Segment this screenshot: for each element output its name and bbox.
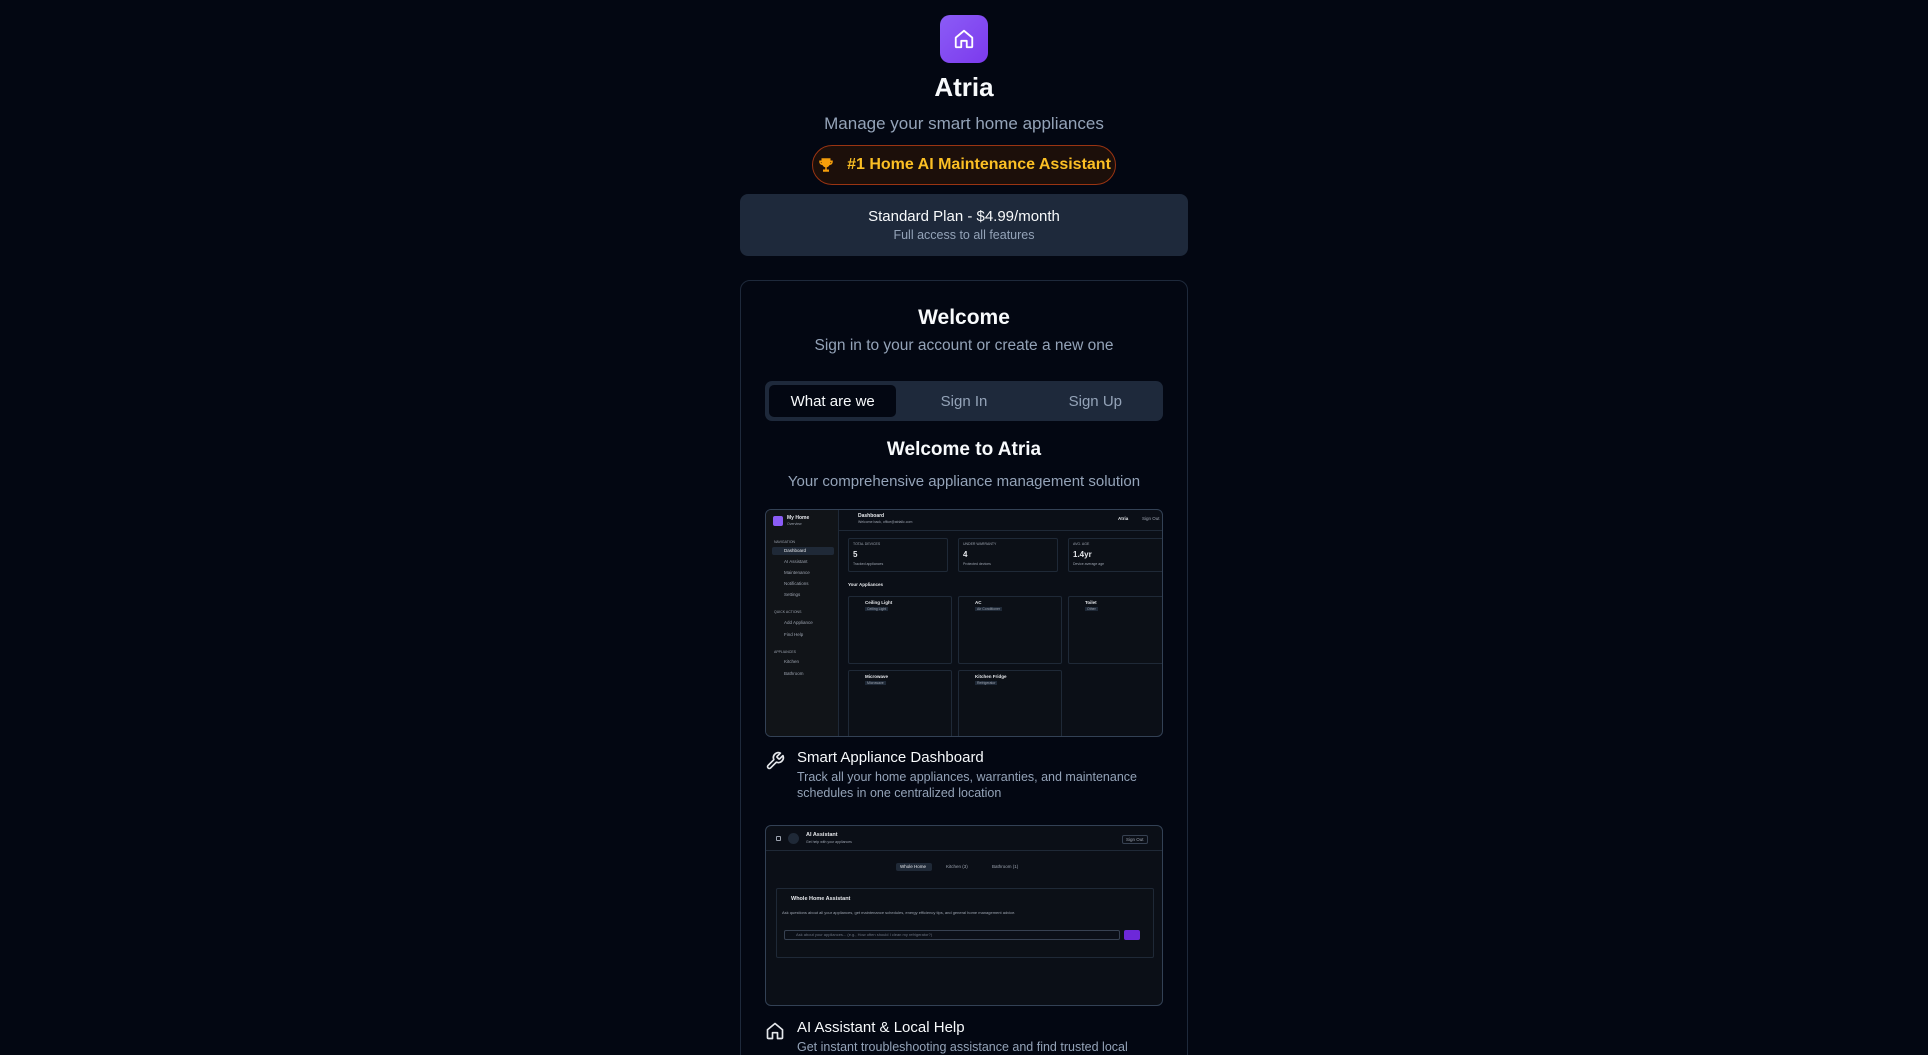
preview-tab: Kitchen (3) — [946, 864, 968, 869]
preview-appliance-card — [848, 670, 952, 736]
plan-title: Standard Plan - $4.99/month — [868, 208, 1060, 225]
preview-nav-item: Maintenance — [784, 570, 810, 575]
preview-quick-item: Find Help — [784, 632, 804, 637]
preview-stat-value: 4 — [963, 550, 968, 559]
preview-section-title: Your Appliances — [848, 582, 884, 587]
preview-quick-heading: QUICK ACTIONS — [774, 610, 802, 614]
preview-appliance-card — [958, 596, 1062, 664]
preview-stat-sub: Protected devices — [963, 562, 991, 566]
preview-assistant-sub: Get help with your appliances — [806, 840, 852, 844]
preview-room: Bathroom — [784, 671, 804, 676]
app-subtitle: Manage your smart home appliances — [824, 114, 1104, 133]
preview-stat-sub: Tracked appliances — [853, 562, 884, 566]
about-subtitle: Your comprehensive appliance management … — [787, 473, 1141, 490]
plan-subtitle: Full access to all features — [893, 228, 1035, 242]
assistant-preview-image: AI Assistant Get help with your applianc… — [765, 825, 1163, 1006]
wrench-icon — [766, 751, 785, 770]
preview-quick-item: Add Appliance — [784, 620, 813, 625]
preview-brand: My Home — [787, 515, 810, 521]
preview-appliance-name: AC — [975, 600, 982, 605]
home-icon — [766, 1022, 784, 1040]
preview-stat-label: AVG. AGE — [1073, 542, 1090, 546]
feature-description: Track all your home appliances, warranti… — [797, 770, 1137, 800]
preview-page-title: Dashboard — [858, 513, 885, 519]
about-title: Welcome to Atria — [886, 439, 1042, 460]
preview-appliance-name: Toilet — [1085, 600, 1097, 605]
tab-sign-up[interactable]: Sign Up — [1032, 385, 1159, 417]
preview-stat-label: UNDER WARRANTY — [963, 542, 997, 546]
preview-nav-item: Notifications — [784, 581, 809, 586]
feature-title: AI Assistant & Local Help — [797, 1019, 965, 1036]
preview-room: Kitchen — [784, 659, 800, 664]
preview-stat-value: 5 — [853, 550, 858, 559]
auth-tabs: What are we Sign In Sign Up — [765, 381, 1163, 421]
preview-bot-icon — [788, 833, 799, 844]
preview-sidebar-toggle-icon — [776, 836, 781, 841]
preview-divider — [766, 850, 1162, 851]
preview-nav-heading: NAVIGATION — [774, 540, 796, 544]
trophy-icon — [819, 158, 833, 172]
preview-appliance-tag: Ceiling Light — [865, 607, 889, 611]
preview-appliance-tag: Other — [1085, 607, 1098, 611]
preview-send-button — [1124, 930, 1140, 940]
preview-stat-sub: Device average age — [1073, 562, 1105, 566]
preview-appliance-tag: Microwave — [865, 681, 886, 685]
preview-appliance-card — [1068, 596, 1162, 664]
auth-title: Welcome — [918, 306, 1010, 329]
preview-tab: Whole Home — [900, 864, 927, 869]
preview-nav-item: Settings — [784, 592, 801, 597]
preview-logo — [773, 516, 783, 526]
preview-panel-title: Whole Home Assistant — [791, 896, 851, 902]
preview-divider — [839, 530, 1162, 531]
preview-stat-value: 1.4yr — [1073, 550, 1092, 559]
award-badge: #1 Home AI Maintenance Assistant — [812, 145, 1116, 185]
preview-brand-sub: Overview — [787, 522, 802, 526]
preview-appliance-name: Microwave — [865, 674, 889, 679]
tab-what-are-we[interactable]: What are we — [769, 385, 897, 417]
tab-sign-in[interactable]: Sign In — [900, 385, 1027, 417]
preview-stat-label: TOTAL DEVICES — [853, 542, 881, 546]
auth-subtitle: Sign in to your account or create a new … — [814, 337, 1114, 354]
badge-label: #1 Home AI Maintenance Assistant — [847, 156, 1111, 173]
home-icon — [954, 29, 974, 49]
preview-assistant-title: AI Assistant — [806, 832, 838, 838]
preview-input-placeholder: Ask about your appliances... (e.g., How … — [796, 932, 933, 937]
preview-appliance-card — [848, 596, 952, 664]
preview-appliance-tag: Refrigerator — [975, 681, 998, 685]
preview-appliance-name: Kitchen Fridge — [975, 674, 1007, 679]
preview-tab: Bathroom (1) — [992, 864, 1019, 869]
feature-dashboard: Smart Appliance Dashboard Track all your… — [765, 749, 1163, 801]
preview-appliance-tag: Air Conditioner — [975, 607, 1003, 611]
preview-appliance-name: Ceiling Light — [865, 600, 893, 605]
preview-assistant-sign-out: Sign Out — [1122, 835, 1148, 844]
preview-nav-item: Dashboard — [784, 548, 807, 553]
preview-page-sub: Welcome back, office@atriallc.com — [858, 520, 913, 524]
preview-top-right: Atria — [1118, 516, 1129, 521]
plan-banner: Standard Plan - $4.99/month Full access … — [740, 194, 1188, 256]
preview-panel-desc: Ask questions about all your appliances,… — [782, 910, 1016, 915]
feature-assistant: AI Assistant & Local Help Get instant tr… — [765, 1019, 1163, 1055]
feature-description: Get instant troubleshooting assistance a… — [797, 1040, 1128, 1054]
app-title: Atria — [934, 72, 994, 102]
preview-nav-item: AI Assistant — [784, 559, 808, 564]
dashboard-preview-image: My Home Overview NAVIGATION Dashboard AI… — [765, 509, 1163, 737]
app-logo — [940, 15, 988, 63]
feature-title: Smart Appliance Dashboard — [797, 749, 984, 766]
preview-sign-out: Sign Out — [1142, 516, 1160, 521]
preview-appliance-card — [958, 670, 1062, 736]
preview-appl-heading: APPLIANCES — [774, 650, 796, 654]
